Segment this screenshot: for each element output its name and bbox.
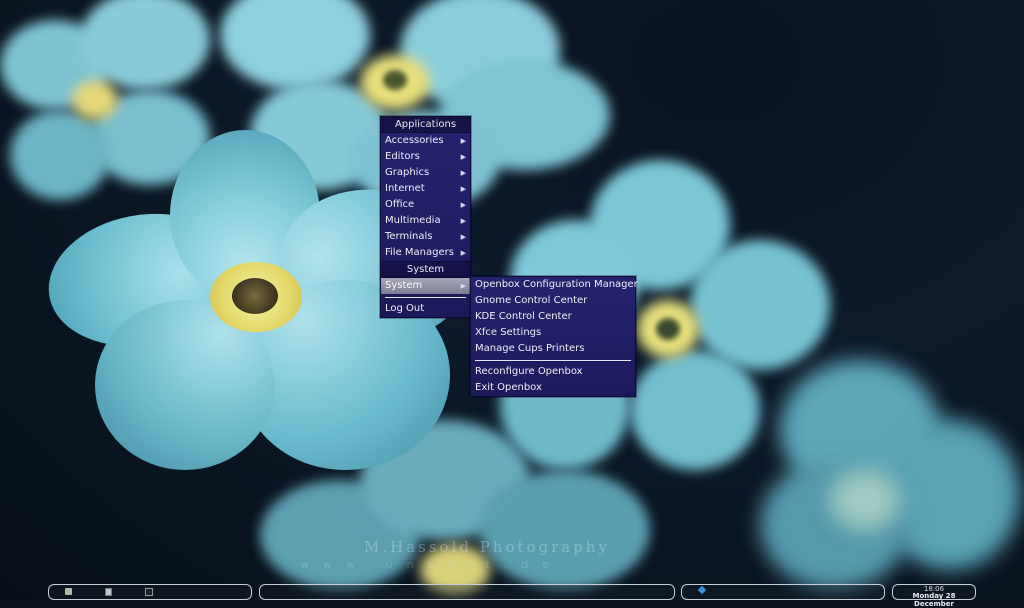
menu-item-gnome-control-center[interactable]: Gnome Control Center: [471, 293, 635, 309]
submenu-arrow-icon: ▶: [460, 201, 466, 209]
text-editor-launcher-icon[interactable]: [105, 588, 112, 596]
submenu-arrow-icon: ▶: [460, 137, 466, 145]
submenu-arrow-icon: ▶: [460, 249, 466, 257]
submenu-arrow-icon: ▶: [460, 153, 466, 161]
menu-item-graphics[interactable]: Graphics ▶: [381, 165, 470, 181]
submenu-arrow-icon: ▶: [460, 169, 466, 177]
clock-date: Monday 28 December: [912, 592, 956, 608]
menu-item-accessories[interactable]: Accessories ▶: [381, 133, 470, 149]
menu-item-xfce-settings[interactable]: Xfce Settings: [471, 325, 635, 341]
menu-item-label: Editors: [385, 151, 420, 162]
system-section-header: System: [381, 261, 470, 278]
menu-item-multimedia[interactable]: Multimedia ▶: [381, 213, 470, 229]
menu-item-label: Terminals: [385, 231, 433, 242]
taskbar[interactable]: [259, 584, 675, 600]
submenu-arrow-icon: ▶: [460, 217, 466, 225]
menu-item-label: Graphics: [385, 167, 430, 178]
menu-item-manage-cups-printers[interactable]: Manage Cups Printers: [471, 341, 635, 357]
file-manager-launcher-icon[interactable]: [65, 588, 72, 595]
menu-item-terminals[interactable]: Terminals ▶: [381, 229, 470, 245]
menu-item-label: Multimedia: [385, 215, 441, 226]
menu-item-exit-openbox[interactable]: Exit Openbox: [471, 380, 635, 396]
menu-item-office[interactable]: Office ▶: [381, 197, 470, 213]
system-submenu: Openbox Configuration Manager Gnome Cont…: [470, 276, 638, 397]
watermark-url: www.uncult.de: [300, 558, 564, 571]
menu-item-label: Accessories: [385, 135, 444, 146]
menu-item-reconfigure-openbox[interactable]: Reconfigure Openbox: [471, 364, 635, 380]
menu-separator: [471, 357, 635, 364]
menu-item-label: File Managers: [385, 247, 454, 258]
terminal-launcher-icon[interactable]: [145, 588, 153, 596]
network-tray-icon[interactable]: [697, 585, 707, 595]
menu-item-label: System: [385, 280, 423, 291]
submenu-arrow-icon: ▶: [460, 233, 466, 241]
menu-item-kde-control-center[interactable]: KDE Control Center: [471, 309, 635, 325]
menu-item-label: Office: [385, 199, 415, 210]
menu-separator: [381, 294, 470, 301]
menu-item-openbox-configuration-manager[interactable]: Openbox Configuration Manager: [471, 277, 638, 293]
applications-menu-title: Applications: [381, 117, 470, 133]
submenu-arrow-icon: ▶: [460, 185, 466, 193]
menu-item-label: Log Out: [385, 303, 425, 314]
menu-item-log-out[interactable]: Log Out: [381, 301, 470, 317]
applications-menu: Applications Accessories ▶ Editors ▶ Gra…: [380, 116, 471, 318]
submenu-arrow-icon: ▶: [460, 282, 466, 290]
system-tray: [681, 584, 885, 600]
menu-item-label: Internet: [385, 183, 425, 194]
watermark-title: M.Hassold Photography: [364, 538, 611, 556]
launcher-bar: [48, 584, 252, 600]
clock[interactable]: 18:06 Monday 28 December: [892, 584, 976, 608]
menu-item-file-managers[interactable]: File Managers ▶: [381, 245, 470, 261]
menu-item-editors[interactable]: Editors ▶: [381, 149, 470, 165]
menu-item-system[interactable]: System ▶: [381, 278, 470, 294]
menu-item-internet[interactable]: Internet ▶: [381, 181, 470, 197]
